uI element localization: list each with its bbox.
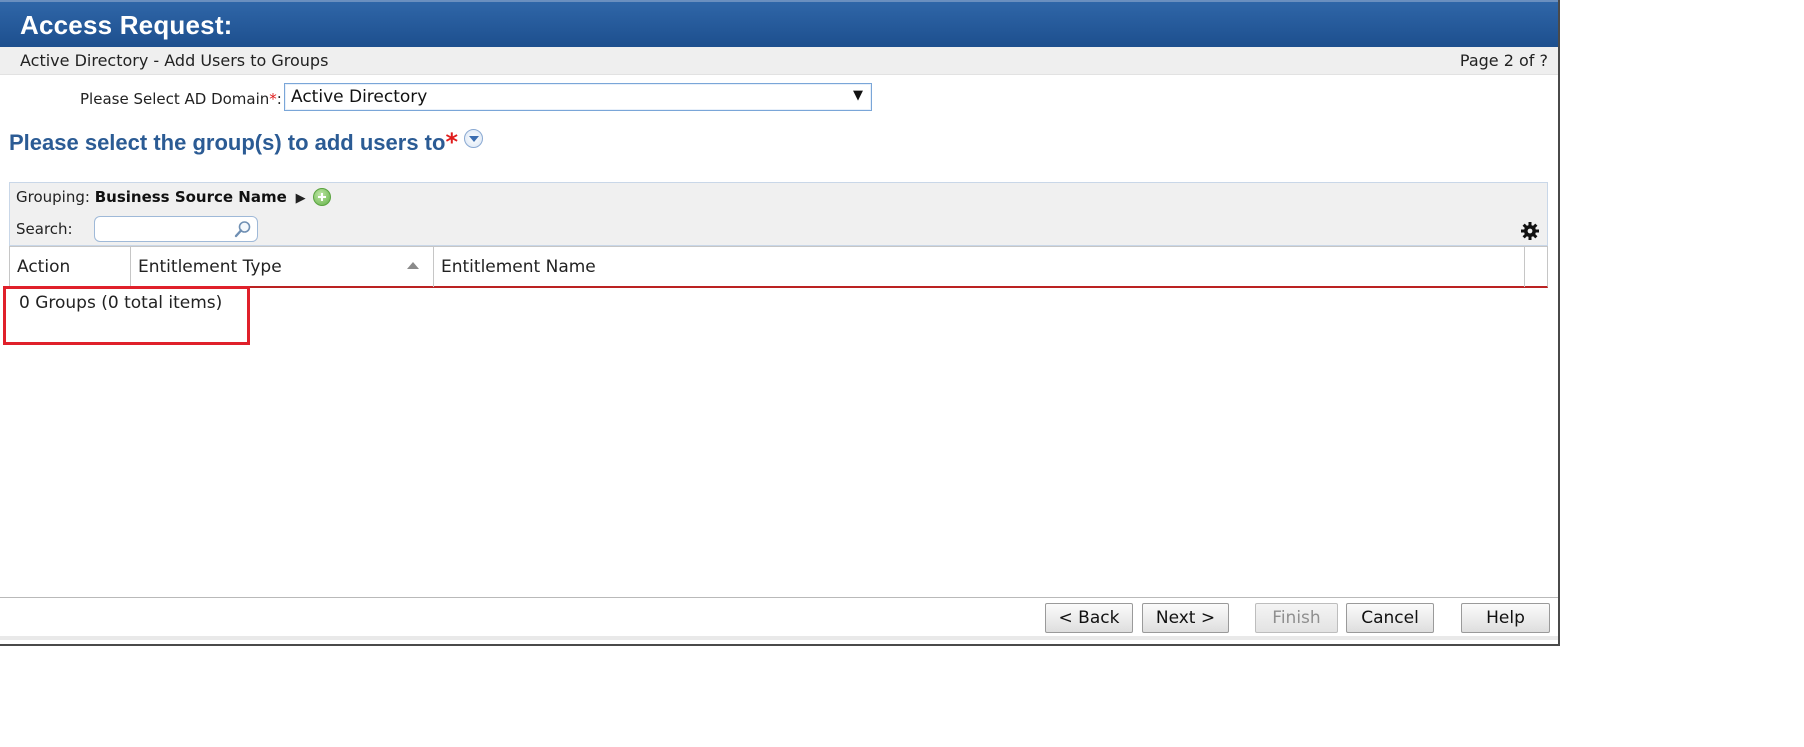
- section-heading: Please select the group(s) to add users …: [9, 128, 484, 160]
- grid-header: Action Entitlement Type Entitlement Name: [9, 246, 1548, 288]
- annotation-highlight-box: [3, 286, 250, 345]
- required-asterisk: *: [445, 128, 459, 156]
- next-button[interactable]: Next >: [1142, 603, 1229, 633]
- column-header-action[interactable]: Action: [10, 247, 131, 287]
- page-title: Access Request:: [20, 10, 233, 40]
- finish-button[interactable]: Finish: [1255, 603, 1338, 633]
- search-label: Search:: [16, 220, 73, 238]
- dropdown-arrow-icon: ▼: [853, 88, 863, 103]
- column-header-label: Action: [17, 257, 71, 277]
- grouping-value[interactable]: Business Source Name: [95, 188, 287, 206]
- domain-label-text: Please Select AD Domain: [80, 90, 270, 108]
- footer-bottom-strip: [0, 636, 1558, 640]
- page-subtitle: Active Directory - Add Users to Groups: [20, 51, 329, 70]
- page-indicator: Page 2 of ?: [1459, 51, 1548, 70]
- domain-select[interactable]: Active Directory ▼: [284, 83, 872, 111]
- grid-toolbar: Grouping: Business Source Name ▶ Search:: [9, 182, 1548, 246]
- gear-icon[interactable]: [1520, 221, 1540, 241]
- domain-label-colon: :: [276, 90, 282, 108]
- domain-select-value: Active Directory: [291, 87, 428, 107]
- sort-ascending-icon: [407, 262, 419, 269]
- help-button[interactable]: Help: [1461, 603, 1550, 633]
- domain-row: Please Select AD Domain*: Active Directo…: [0, 83, 1000, 113]
- grouping-row: Grouping: Business Source Name ▶: [16, 188, 332, 206]
- title-bar: Access Request:: [0, 0, 1558, 47]
- grouping-arrow-icon[interactable]: ▶: [296, 191, 306, 206]
- back-button[interactable]: < Back: [1045, 603, 1133, 633]
- search-input[interactable]: [94, 216, 258, 242]
- grouping-label: Grouping:: [16, 188, 90, 206]
- section-heading-text: Please select the group(s) to add users …: [9, 130, 446, 155]
- collapse-section-icon[interactable]: [464, 129, 484, 148]
- access-request-window: Access Request: Active Directory - Add U…: [0, 0, 1560, 646]
- subheader-bar: Active Directory - Add Users to Groups P…: [0, 47, 1558, 75]
- column-header-label: Entitlement Type: [138, 257, 282, 277]
- column-header-label: Entitlement Name: [441, 257, 596, 277]
- column-header-entitlement-name[interactable]: Entitlement Name: [434, 247, 1525, 287]
- add-grouping-icon[interactable]: [313, 188, 332, 206]
- cancel-button[interactable]: Cancel: [1346, 603, 1434, 633]
- required-asterisk: *: [269, 90, 277, 108]
- search-icon[interactable]: [234, 220, 252, 238]
- column-header-entitlement-type[interactable]: Entitlement Type: [131, 247, 434, 287]
- domain-label: Please Select AD Domain*:: [80, 90, 282, 108]
- footer-divider: [0, 597, 1558, 598]
